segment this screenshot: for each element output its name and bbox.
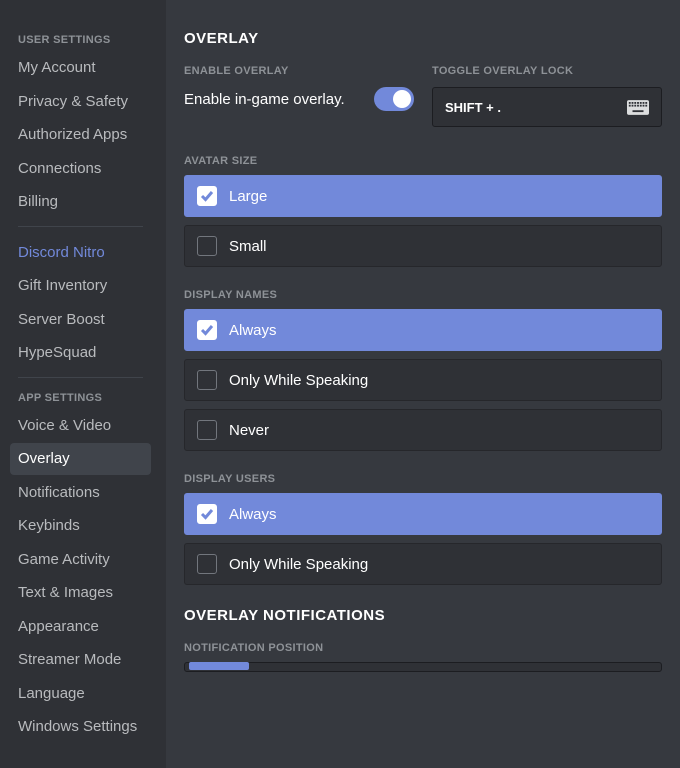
- sidebar-item-streamer-mode[interactable]: Streamer Mode: [10, 644, 151, 676]
- sidebar-header-app: App Settings: [10, 388, 151, 408]
- keyboard-icon: [627, 100, 649, 115]
- notification-position-selector[interactable]: [184, 662, 662, 672]
- avatar-size-label: Avatar Size: [184, 155, 662, 167]
- display-users-label: Display Users: [184, 473, 662, 485]
- sidebar-item-my-account[interactable]: My Account: [10, 52, 151, 84]
- display-names-speaking[interactable]: Only While Speaking: [184, 359, 662, 401]
- enable-overlay-toggle[interactable]: [374, 87, 414, 111]
- option-label: Always: [229, 506, 277, 523]
- checkbox-icon: [197, 186, 217, 206]
- sidebar-item-keybinds[interactable]: Keybinds: [10, 510, 151, 542]
- page-title: Overlay: [184, 30, 662, 47]
- display-names-never[interactable]: Never: [184, 409, 662, 451]
- checkbox-icon: [197, 554, 217, 574]
- enable-overlay-text: Enable in-game overlay.: [184, 91, 345, 108]
- toggle-lock-label: Toggle Overlay Lock: [432, 65, 662, 77]
- avatar-size-group: Avatar Size Large Small: [184, 155, 662, 267]
- sidebar-header-user: User Settings: [10, 30, 151, 50]
- avatar-size-large[interactable]: Large: [184, 175, 662, 217]
- sidebar-item-privacy[interactable]: Privacy & Safety: [10, 86, 151, 118]
- checkbox-icon: [197, 504, 217, 524]
- sidebar-item-text-images[interactable]: Text & Images: [10, 577, 151, 609]
- display-names-always[interactable]: Always: [184, 309, 662, 351]
- option-label: Small: [229, 238, 267, 255]
- sidebar-item-authorized-apps[interactable]: Authorized Apps: [10, 119, 151, 151]
- checkbox-icon: [197, 370, 217, 390]
- notification-position-label: Notification Position: [184, 642, 662, 654]
- overlay-notifications-title: Overlay Notifications: [184, 607, 662, 624]
- sidebar-item-nitro[interactable]: Discord Nitro: [10, 237, 151, 269]
- enable-overlay-label: Enable Overlay: [184, 65, 414, 77]
- sidebar-item-windows-settings[interactable]: Windows Settings: [10, 711, 151, 743]
- sidebar-item-billing[interactable]: Billing: [10, 186, 151, 218]
- overlay-lock-keybind[interactable]: SHIFT + .: [432, 87, 662, 127]
- option-label: Always: [229, 322, 277, 339]
- option-label: Never: [229, 422, 269, 439]
- display-users-always[interactable]: Always: [184, 493, 662, 535]
- toggle-knob: [393, 90, 411, 108]
- avatar-size-small[interactable]: Small: [184, 225, 662, 267]
- sidebar-item-appearance[interactable]: Appearance: [10, 611, 151, 643]
- sidebar-item-overlay[interactable]: Overlay: [10, 443, 151, 475]
- settings-content: Overlay Enable Overlay Enable in-game ov…: [166, 0, 680, 768]
- sidebar-item-game-activity[interactable]: Game Activity: [10, 544, 151, 576]
- sidebar-item-language[interactable]: Language: [10, 678, 151, 710]
- sidebar-item-notifications[interactable]: Notifications: [10, 477, 151, 509]
- sidebar-item-hypesquad[interactable]: HypeSquad: [10, 337, 151, 369]
- display-users-group: Display Users Always Only While Speaking: [184, 473, 662, 585]
- display-users-speaking[interactable]: Only While Speaking: [184, 543, 662, 585]
- sidebar-item-gift-inventory[interactable]: Gift Inventory: [10, 270, 151, 302]
- sidebar-item-connections[interactable]: Connections: [10, 153, 151, 185]
- settings-sidebar: User Settings My Account Privacy & Safet…: [0, 0, 161, 768]
- sidebar-item-voice-video[interactable]: Voice & Video: [10, 410, 151, 442]
- checkbox-icon: [197, 420, 217, 440]
- display-names-label: Display Names: [184, 289, 662, 301]
- option-label: Large: [229, 188, 267, 205]
- sidebar-divider: [18, 226, 143, 227]
- keybind-value: SHIFT + .: [445, 100, 501, 115]
- sidebar-divider: [18, 377, 143, 378]
- position-handle: [189, 662, 249, 670]
- checkbox-icon: [197, 320, 217, 340]
- checkbox-icon: [197, 236, 217, 256]
- display-names-group: Display Names Always Only While Speaking…: [184, 289, 662, 451]
- option-label: Only While Speaking: [229, 556, 368, 573]
- option-label: Only While Speaking: [229, 372, 368, 389]
- sidebar-item-server-boost[interactable]: Server Boost: [10, 304, 151, 336]
